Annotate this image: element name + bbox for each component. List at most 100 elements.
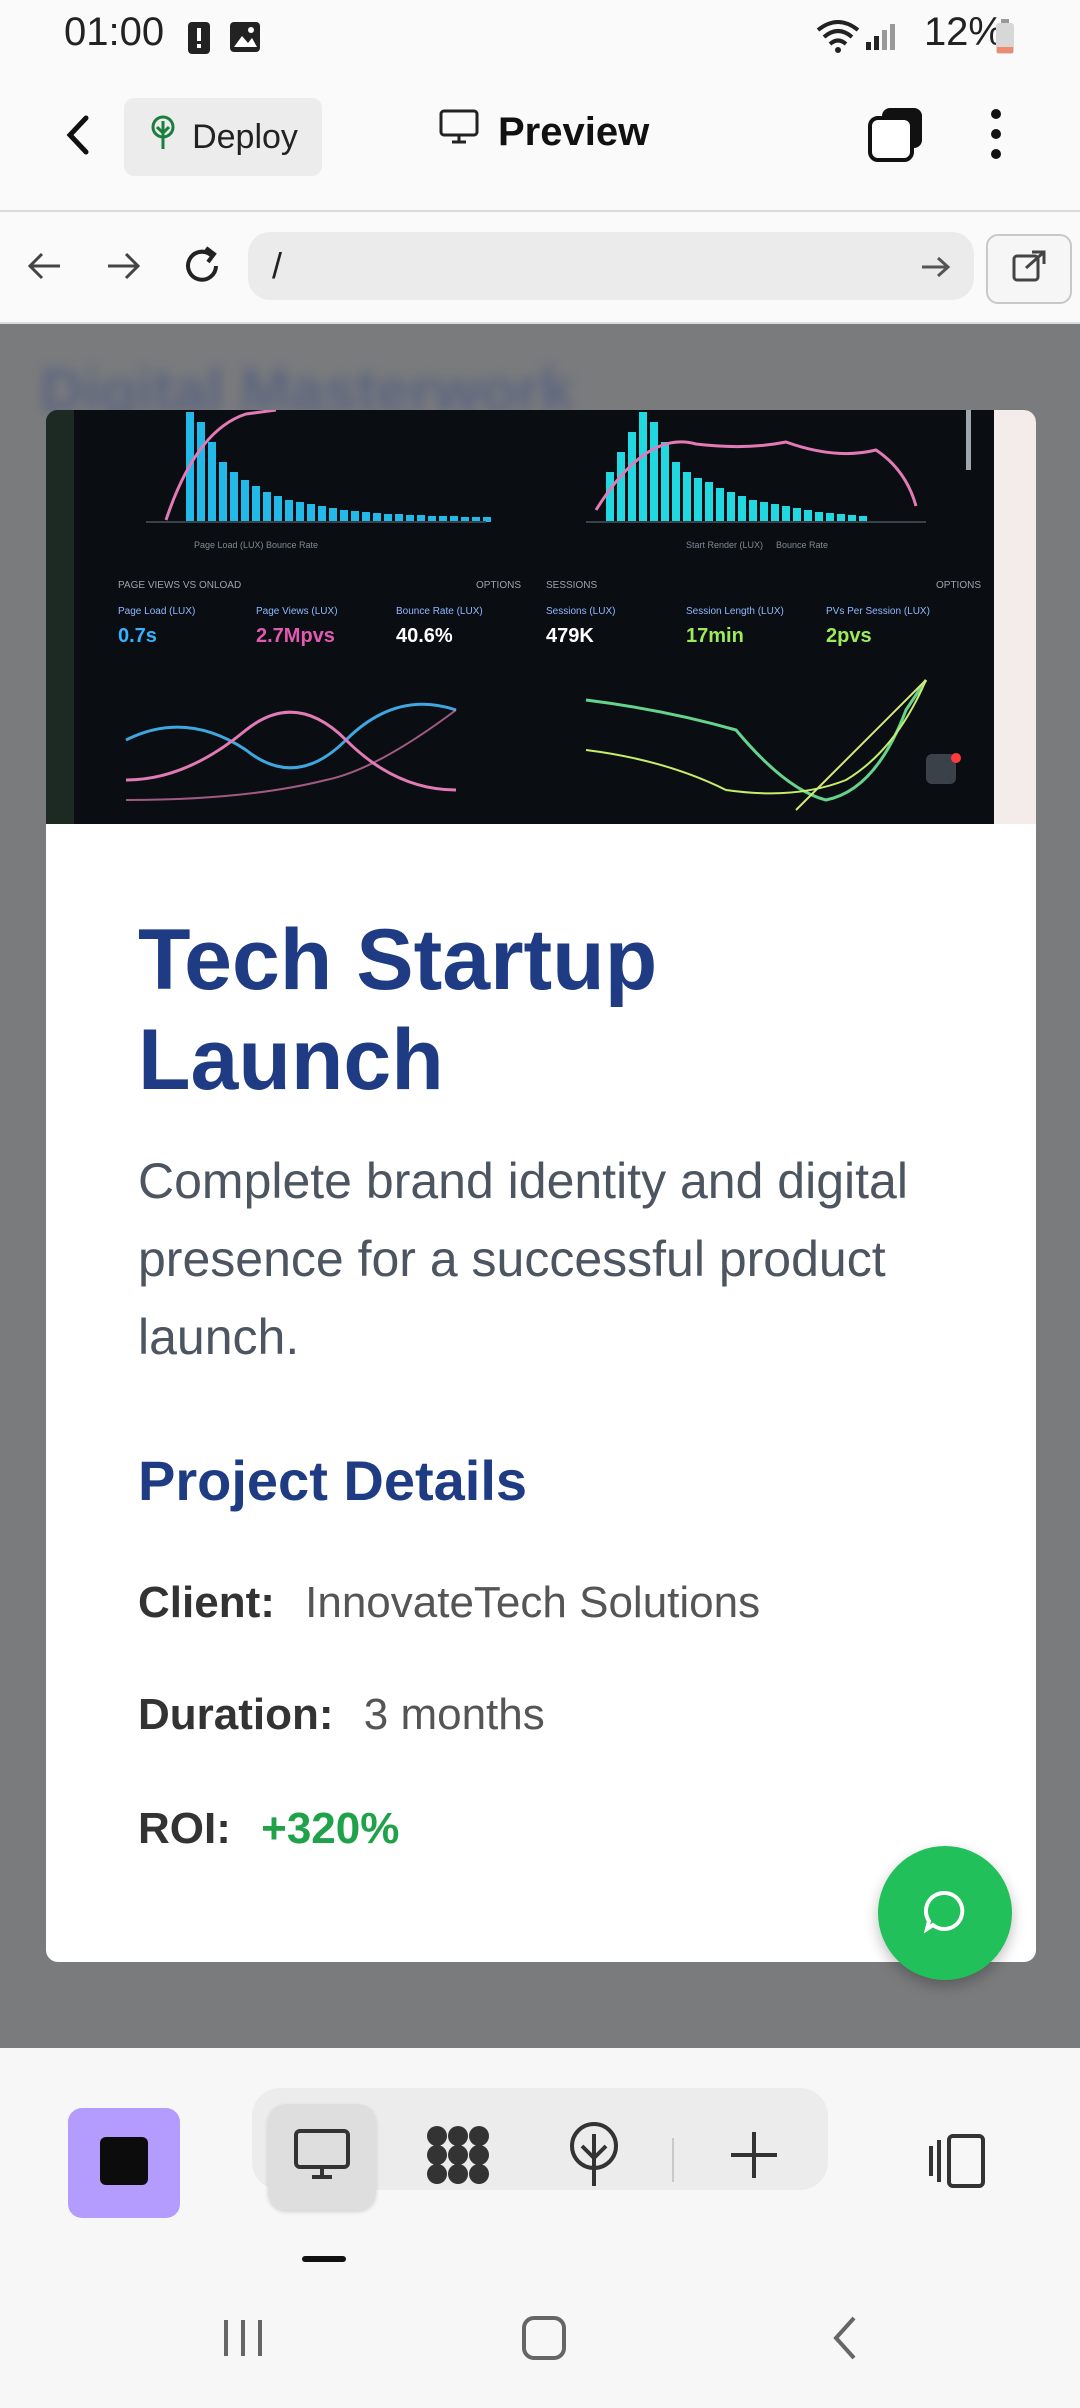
- alert-icon: [186, 20, 212, 61]
- dashboard-bar: [384, 514, 392, 522]
- dashboard-bar: [606, 472, 614, 522]
- deploy-button[interactable]: Deploy: [124, 98, 322, 176]
- status-time: 01:00: [64, 10, 165, 54]
- dashboard-bar: [252, 486, 260, 522]
- dashboard-bar: [263, 492, 271, 522]
- metric-label: Bounce Rate (LUX): [396, 606, 483, 617]
- dashboard-bar: [661, 442, 669, 522]
- open-external-icon: [1010, 248, 1048, 291]
- legend-right-1: Start Render (LUX): [686, 540, 763, 550]
- dashboard-bar: [694, 478, 702, 522]
- components-button[interactable]: [404, 2104, 512, 2210]
- detail-roi: ROI: +320%: [138, 1804, 399, 1854]
- dashboard-bar: [219, 462, 227, 522]
- dashboard-bar: [738, 496, 746, 522]
- more-vert-icon[interactable]: [984, 106, 1008, 167]
- dashboard-bar: [395, 514, 403, 522]
- duration-value: 3 months: [363, 1690, 545, 1739]
- metric-value: 2.7Mpvs: [256, 625, 335, 647]
- hero-dashboard-image: PAGE VIEWS VS ONLOAD SESSIONS OPTIONS OP…: [46, 410, 1036, 824]
- roi-label: ROI:: [138, 1804, 231, 1853]
- dashboard-bar: [672, 462, 680, 522]
- dashboard-bar: [406, 515, 414, 522]
- image-icon: [228, 20, 262, 59]
- dashboard-bar: [716, 488, 724, 522]
- duration-label: Duration:: [138, 1690, 334, 1739]
- monitor-icon: [438, 108, 480, 156]
- deploy-label: Deploy: [192, 117, 298, 156]
- recents-icon[interactable]: [220, 2316, 266, 2365]
- metric-label: Page Load (LUX): [118, 606, 195, 617]
- metric-value: 40.6%: [396, 625, 453, 647]
- home-icon[interactable]: [520, 2314, 568, 2367]
- dashboard-bar: [826, 513, 834, 522]
- metric-value: 17min: [686, 625, 744, 647]
- panel-toggle-icon: [923, 2132, 989, 2195]
- dashboard-bar: [837, 514, 845, 522]
- wifi-icon: [814, 18, 862, 59]
- roi-value: +320%: [261, 1804, 400, 1853]
- desktop-view-button[interactable]: [268, 2104, 376, 2210]
- dashboard-bar: [804, 510, 812, 522]
- dashboard-bar: [815, 512, 823, 522]
- panel-title-right: SESSIONS: [546, 580, 597, 591]
- dashboard-bar: [782, 506, 790, 522]
- metric-label: Page Views (LUX): [256, 606, 338, 617]
- detail-duration: Duration: 3 months: [138, 1690, 545, 1740]
- legend-right-2: Bounce Rate: [776, 540, 828, 550]
- dashboard-bar: [208, 442, 216, 522]
- dashboard-bar: [760, 502, 768, 522]
- desktop-icon: [292, 2127, 352, 2188]
- window-stack-icon[interactable]: [866, 104, 926, 169]
- dashboard-bar: [848, 515, 856, 522]
- dashboard-bar: [340, 510, 348, 522]
- project-title-text: Tech Startup Launch: [138, 912, 658, 1108]
- back-arrow-icon[interactable]: [58, 110, 98, 165]
- options-left: OPTIONS: [476, 580, 521, 591]
- metric-label: PVs Per Session (LUX): [826, 606, 930, 617]
- preview-toggle[interactable]: Preview: [438, 108, 649, 156]
- deploy-tree-icon: [148, 115, 178, 160]
- refresh-icon[interactable]: [180, 244, 226, 293]
- dashboard-bar: [230, 472, 238, 522]
- back-icon[interactable]: [828, 2314, 862, 2367]
- deploy-tool-button[interactable]: [540, 2104, 648, 2210]
- dashboard-bar: [241, 480, 249, 522]
- metric-label: Session Length (LUX): [686, 606, 784, 617]
- metric-value: 2pvs: [826, 625, 872, 647]
- legend-left-2: Bounce Rate: [266, 540, 318, 550]
- add-button[interactable]: [700, 2104, 808, 2210]
- nav-back-icon[interactable]: [24, 246, 64, 291]
- preview-label: Preview: [498, 109, 650, 154]
- dashboard-bar: [793, 508, 801, 522]
- options-right: OPTIONS: [936, 580, 981, 591]
- panel-toggle-button[interactable]: [902, 2110, 1010, 2216]
- go-arrow-icon[interactable]: [918, 250, 954, 289]
- battery-percent: 12%: [923, 10, 1004, 54]
- url-input[interactable]: [248, 232, 974, 300]
- open-external-button[interactable]: [986, 234, 1072, 304]
- nav-forward-icon[interactable]: [104, 246, 144, 291]
- dashboard-bar: [296, 502, 304, 522]
- project-description: Complete brand identity and digital pres…: [138, 1153, 908, 1365]
- details-heading: Project Details: [138, 1449, 528, 1512]
- active-tool-indicator: [302, 2256, 346, 2262]
- dashboard-bar: [705, 482, 713, 522]
- metric-label: Sessions (LUX): [546, 606, 615, 617]
- dashboard-bar: [318, 506, 326, 522]
- dashboard-bar: [727, 492, 735, 522]
- dashboard-bar: [628, 432, 636, 522]
- app-square-icon: [98, 2135, 150, 2192]
- chat-bubble-icon: [921, 1887, 969, 1940]
- dashboard-bar: [771, 504, 779, 522]
- panel-title-left: PAGE VIEWS VS ONLOAD: [118, 580, 241, 591]
- metric-value: 0.7s: [118, 625, 157, 647]
- dashboard-bar: [274, 496, 282, 522]
- legend-left-1: Page Load (LUX): [194, 540, 264, 550]
- chat-button[interactable]: [878, 1846, 1012, 1980]
- app-square-button[interactable]: [68, 2108, 180, 2218]
- metric-value: 479K: [546, 625, 594, 647]
- dashboard-bar: [197, 422, 205, 522]
- dashboard-bar: [749, 500, 757, 522]
- dashboard-bar: [285, 500, 293, 522]
